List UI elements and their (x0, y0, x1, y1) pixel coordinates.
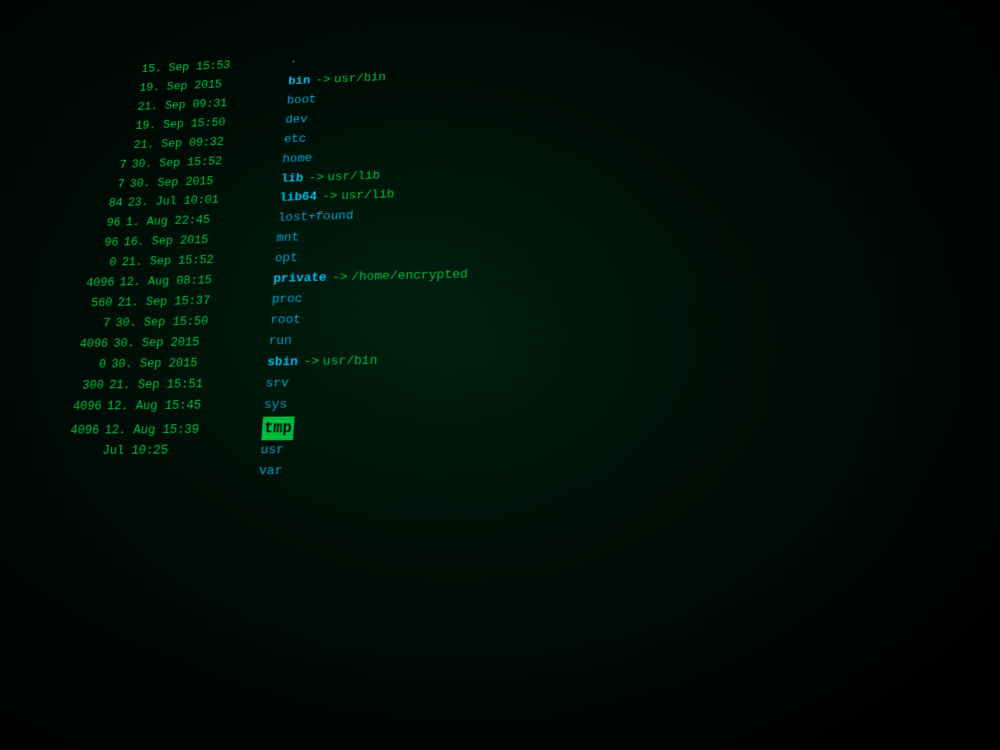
file-name: sys (263, 396, 288, 417)
file-date: 30. Sep 15:50 (115, 311, 264, 333)
terminal-content: 15. Sep 15:53 · 19. Sep 2015 bin -> usr/… (0, 1, 1000, 750)
list-item: var (43, 460, 999, 483)
symlink-arrow: -> (315, 72, 331, 91)
file-size: 560 (62, 294, 113, 314)
list-item: Jul 10:25 usr (45, 437, 998, 463)
file-name: srv (265, 374, 290, 395)
file-name: usr (260, 442, 285, 463)
file-size (84, 110, 132, 112)
file-date: 30. Sep 2015 (112, 332, 261, 353)
file-size: 4096 (64, 274, 115, 294)
file-name: run (268, 332, 292, 352)
symlink-arrow: -> (331, 269, 348, 289)
file-size: 96 (71, 214, 122, 234)
file-date: 12. Aug 15:39 (104, 419, 256, 440)
file-name: proc (271, 291, 303, 311)
file-size: 4096 (50, 397, 102, 417)
file-name: lib64 (279, 189, 318, 209)
file-date: 23. Jul 10:01 (127, 190, 273, 213)
file-date: 30. Sep 2015 (110, 353, 260, 374)
file-size: 4096 (48, 421, 100, 441)
file-date: 21. Sep 15:51 (108, 374, 259, 395)
file-size (89, 72, 136, 74)
file-date: 1. Aug 22:45 (125, 210, 271, 233)
terminal-window: 15. Sep 15:53 · 19. Sep 2015 bin -> usr/… (0, 0, 1000, 750)
file-name: bin (288, 73, 311, 92)
symlink-target: usr/bin (333, 69, 386, 90)
file-name: opt (274, 250, 298, 270)
file-name: lib (280, 170, 304, 190)
symlink-target: /home/encrypted (351, 266, 469, 289)
file-name-highlighted: tmp (261, 416, 294, 441)
file-size: 7 (75, 175, 125, 194)
symlink-arrow: -> (303, 353, 320, 373)
file-name: lost+found (277, 208, 354, 229)
file-size: 300 (53, 376, 105, 396)
file-name: private (273, 270, 328, 291)
file-size: 96 (69, 234, 120, 254)
file-name: etc (283, 131, 307, 150)
symlink-arrow: -> (322, 188, 338, 208)
symlink-target: usr/lib (327, 167, 381, 188)
file-date: 16. Sep 2015 (123, 230, 270, 252)
file-size (82, 129, 130, 131)
file-name: var (258, 462, 283, 483)
symlink-arrow: -> (308, 169, 324, 188)
symlink-target: usr/bin (322, 352, 378, 373)
file-name: dev (285, 111, 308, 130)
file-name: mnt (276, 230, 300, 250)
file-size (80, 148, 128, 150)
symlink-target: usr/lib (341, 187, 395, 208)
file-name: · (289, 54, 298, 72)
file-size: 0 (66, 254, 117, 274)
file-size: 0 (55, 355, 107, 375)
file-name: sbin (266, 353, 298, 374)
file-size (86, 91, 134, 93)
file-size: 84 (73, 195, 123, 214)
file-date: 21. Sep 15:37 (117, 291, 265, 313)
file-size: 4096 (57, 335, 109, 355)
file-size: 7 (60, 314, 111, 334)
file-date: 21. Sep 15:52 (121, 250, 268, 272)
file-date: 12. Aug 08:15 (119, 270, 267, 292)
file-name: root (269, 311, 301, 331)
file-name: boot (286, 92, 317, 112)
file-size: 7 (77, 156, 127, 175)
file-date: Jul 10:25 (101, 441, 253, 461)
file-name: home (282, 150, 313, 170)
file-date: 12. Aug 15:45 (106, 395, 257, 416)
